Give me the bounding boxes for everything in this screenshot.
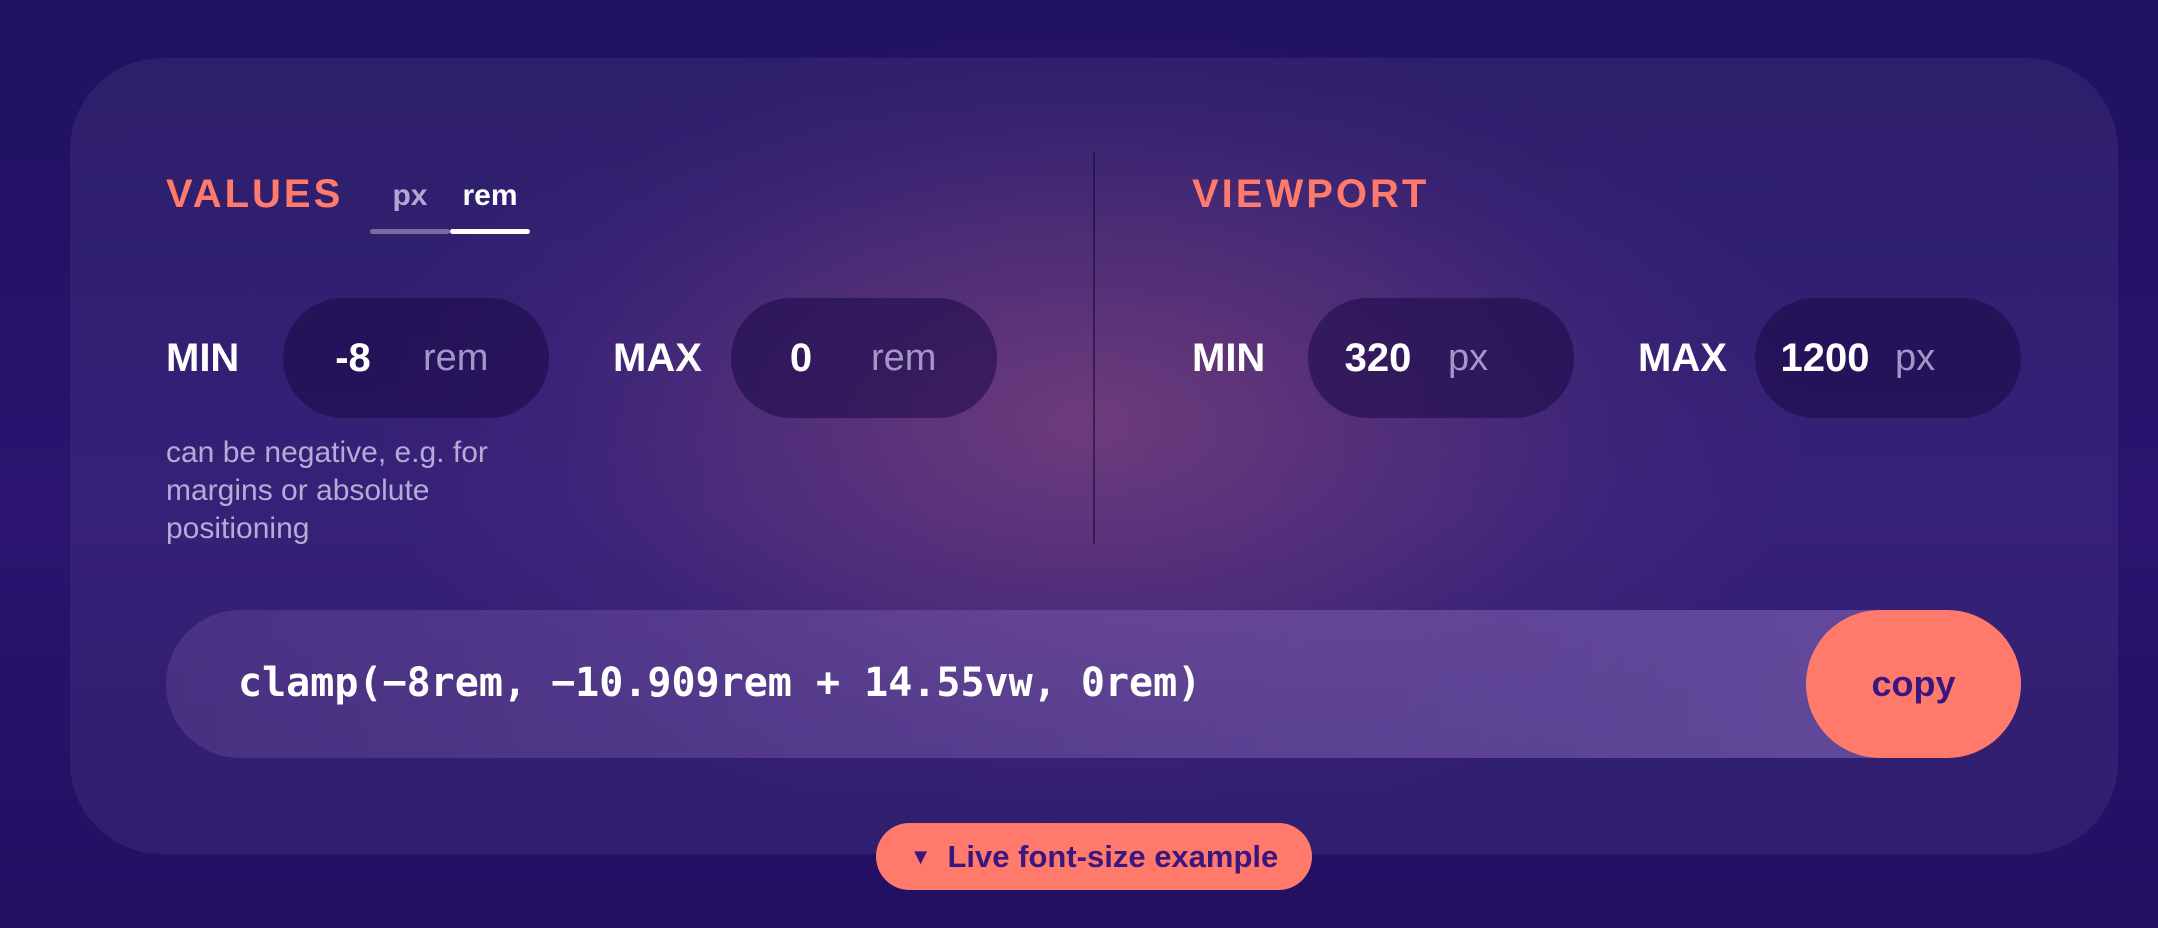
values-max-label: MAX — [613, 336, 702, 380]
viewport-max-unit: px — [1895, 336, 1936, 379]
section-divider — [1093, 152, 1095, 544]
unit-tabs: px rem — [370, 176, 530, 234]
viewport-min-value[interactable]: 320 — [1308, 336, 1448, 381]
page: VALUES px rem MIN -8 rem MAX 0 rem can b… — [0, 0, 2158, 928]
clamp-output[interactable]: clamp(−8rem, −10.909rem + 14.55vw, 0rem) — [166, 610, 2021, 758]
viewport-min-label: MIN — [1192, 336, 1266, 380]
viewport-max-label: MAX — [1638, 336, 1727, 380]
viewport-title: VIEWPORT — [1192, 172, 1430, 216]
live-example-toggle[interactable]: ▼ Live font-size example — [876, 823, 1312, 890]
unit-tab-px[interactable]: px — [370, 176, 450, 234]
unit-tab-rem[interactable]: rem — [450, 176, 530, 234]
viewport-min-unit: px — [1448, 336, 1489, 379]
triangle-down-icon: ▼ — [909, 843, 932, 869]
copy-button[interactable]: copy — [1806, 610, 2021, 758]
values-min-input[interactable]: -8 rem — [283, 298, 549, 418]
values-min-value[interactable]: -8 — [283, 336, 423, 381]
values-title: VALUES — [166, 172, 344, 216]
clamp-code[interactable]: clamp(−8rem, −10.909rem + 14.55vw, 0rem) — [238, 660, 1201, 706]
values-max-input[interactable]: 0 rem — [731, 298, 997, 418]
viewport-max-value[interactable]: 1200 — [1755, 336, 1895, 381]
live-example-label: Live font-size example — [947, 838, 1279, 874]
viewport-min-input[interactable]: 320 px — [1308, 298, 1574, 418]
values-min-unit: rem — [423, 336, 489, 379]
values-max-unit: rem — [871, 336, 937, 379]
viewport-max-input[interactable]: 1200 px — [1755, 298, 2021, 418]
values-max-value[interactable]: 0 — [731, 336, 871, 381]
values-min-label: MIN — [166, 336, 240, 380]
values-hint: can be negative, e.g. for margins or abs… — [166, 436, 488, 545]
